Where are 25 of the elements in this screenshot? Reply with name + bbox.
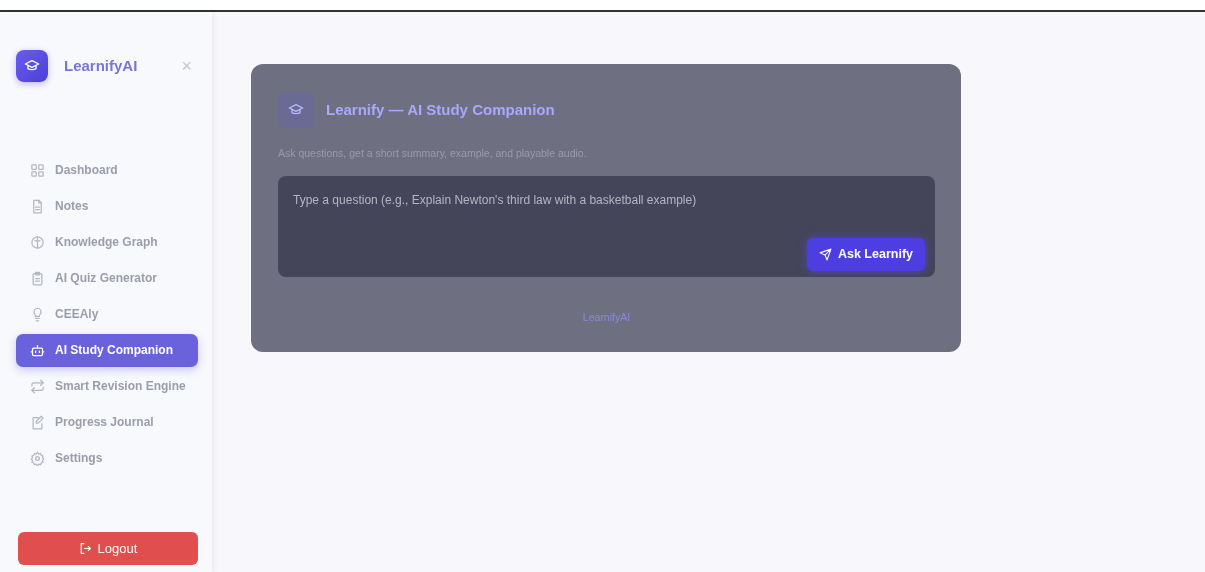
- grid-icon: [30, 162, 45, 178]
- question-field[interactable]: Type a question (e.g., Explain Newton's third law with a basketball example) Ask Learnify: [278, 175, 935, 277]
- sidebar-item[interactable]: Dashboard: [16, 154, 198, 187]
- robot-icon: [30, 342, 45, 358]
- card-footer-text: LearnifyAI: [581, 309, 632, 325]
- clipboard-icon: [30, 270, 45, 286]
- sidebar-item[interactable]: Progress Journal: [16, 406, 198, 439]
- repeat-icon: [30, 378, 45, 394]
- card-title: Learnify — AI Study Companion: [326, 99, 555, 120]
- sidebar-item[interactable]: AI Quiz Generator: [16, 262, 198, 295]
- document-icon: [30, 198, 45, 214]
- ask-button[interactable]: Ask Learnify: [806, 238, 925, 271]
- gear-icon: [30, 450, 45, 466]
- sidebar-item[interactable]: CEEAly: [16, 298, 198, 331]
- sidebar-item[interactable]: Knowledge Graph: [16, 226, 198, 259]
- logout-icon: [78, 541, 92, 555]
- sidebar-item[interactable]: Smart Revision Engine: [16, 370, 198, 403]
- close-button[interactable]: ×: [175, 57, 198, 75]
- sidebar-item[interactable]: Settings: [16, 442, 198, 475]
- send-icon: [818, 247, 832, 261]
- sidebar-item[interactable]: AI Study Companion: [16, 334, 198, 367]
- lightbulb-icon: [30, 306, 45, 322]
- brand-name: LearnifyAI: [64, 55, 139, 76]
- sidebar-item[interactable]: Notes: [16, 190, 198, 223]
- logout-button[interactable]: Logout: [18, 531, 198, 565]
